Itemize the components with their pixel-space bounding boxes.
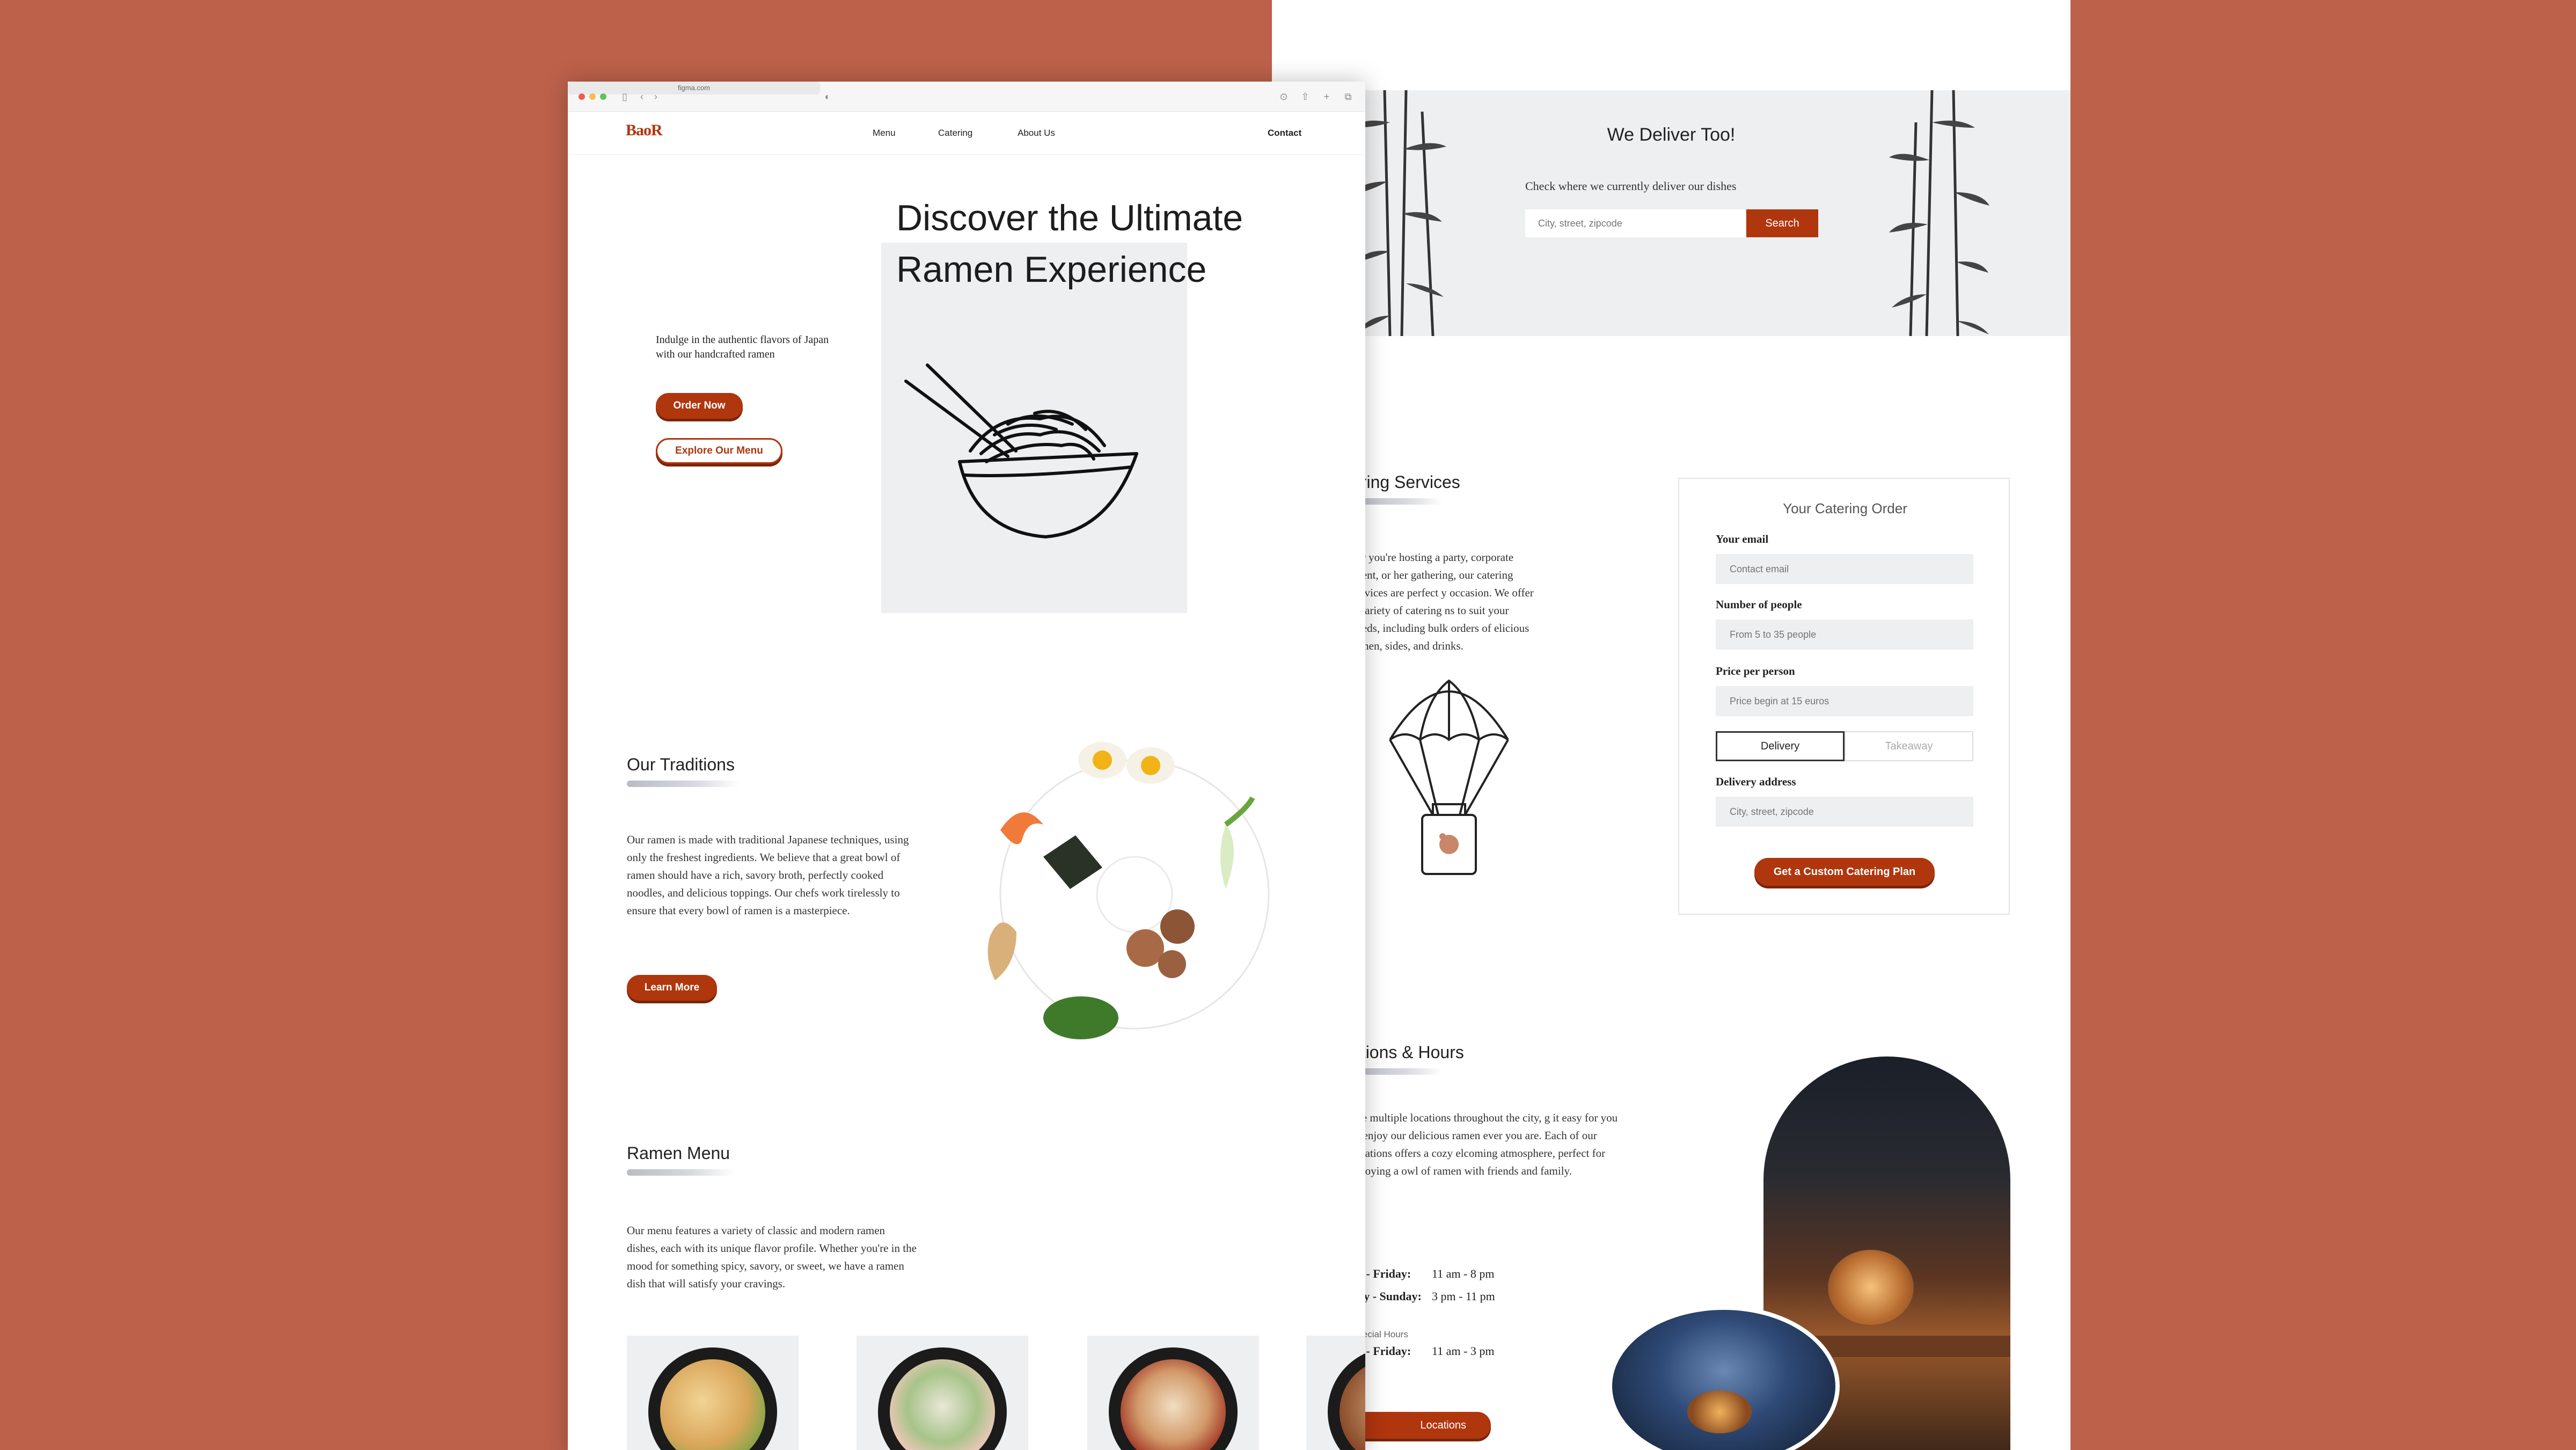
parachute-delivery-icon [1389,679,1509,875]
nav-link-contact[interactable]: Contact [1268,128,1301,139]
address-field[interactable] [1716,797,1973,827]
hero-title: Discover the Ultimate Ramen Experience [896,192,1243,295]
takeaway-toggle[interactable]: Takeaway [1845,731,1973,761]
learn-more-button[interactable]: Learn More [627,975,717,1001]
hours-time: 11 am - 3 pm [1432,1344,1495,1358]
people-field[interactable] [1716,620,1973,650]
explore-menu-button[interactable]: Explore Our Menu [656,438,782,464]
delivery-toggle[interactable]: Delivery [1716,731,1845,761]
address-label: Delivery address [1716,775,1796,788]
traditions-title: Our Traditions [627,755,735,774]
catering-page: We Deliver Too! Check where we currently… [1272,0,2070,1450]
delivery-search-input[interactable] [1525,209,1745,237]
ingredients-illustration [987,742,1270,1039]
new-tab-icon[interactable]: + [1319,89,1334,104]
maximize-window-icon[interactable] [600,93,606,100]
title-underline [627,1169,734,1176]
privacy-shield-icon[interactable]: ◐ [820,89,835,104]
dish-card[interactable] [627,1336,799,1450]
menu-title: Ramen Menu [627,1143,730,1163]
locations-button[interactable]: Locations [1351,1412,1491,1439]
email-field[interactable] [1716,554,1973,584]
price-field[interactable] [1716,686,1973,716]
nav-link-about-us[interactable]: About Us [1018,128,1055,139]
hours-row: ay - Friday: 11 am - 3 pm [1351,1344,1495,1358]
close-window-icon[interactable] [579,93,585,100]
catering-title: ering Services [1351,472,1460,492]
hours-time: 11 am - 8 pm [1432,1267,1495,1280]
title-underline [627,781,740,787]
menu-text: Our menu features a variety of classic a… [627,1224,917,1290]
delivery-subtitle: Check where we currently deliver our dis… [1525,179,1737,193]
share-icon[interactable]: ⇧ [1298,89,1313,104]
traditions-text: Our ramen is made with traditional Japan… [627,833,909,917]
egg-icon [1078,742,1175,784]
site-navigation: BaoR Menu Catering About Us Contact [568,112,1365,155]
browser-toolbar: ▯ ‹ › ◐ figma.com ⊙ ⇧ + ⧉ [568,82,1365,112]
ramen-bowl-icon [904,363,1138,539]
download-icon[interactable]: ⊙ [1276,89,1291,104]
order-form-title: Your Catering Order [1783,500,1907,516]
browser-window: ▯ ‹ › ◐ figma.com ⊙ ⇧ + ⧉ BaoR Menu Cate… [568,82,1365,1450]
catering-order-form: Your Catering Order Your email Number of… [1678,478,2010,915]
minimize-window-icon[interactable] [589,93,596,100]
delivery-search-button[interactable]: Search [1746,209,1818,237]
delivery-title: We Deliver Too! [1607,125,1736,145]
custom-catering-plan-button[interactable]: Get a Custom Catering Plan [1754,858,1935,886]
forward-icon[interactable]: › [648,89,663,104]
hero-text: Indulge in the authentic flavors of Japa… [656,334,829,360]
locations-text: ave multiple locations throughout the ci… [1351,1111,1618,1177]
sidebar-icon[interactable]: ▯ [617,89,632,104]
locations-title: ations & Hours [1351,1043,1464,1062]
price-label: Price per person [1716,665,1795,677]
email-label: Your email [1716,533,1769,545]
catering-text: her you're hosting a party, corporate ev… [1351,551,1534,652]
hours-row: ay - Friday: 11 am - 8 pm [1351,1267,1495,1281]
address-bar[interactable]: figma.com [568,82,820,94]
order-now-button[interactable]: Order Now [656,393,743,419]
hours-time: 3 pm - 11 pm [1432,1289,1495,1303]
back-icon[interactable]: ‹ [634,89,649,104]
hours-row: day - Sunday: 3 pm - 11 pm [1351,1289,1495,1303]
logo[interactable]: BaoR [626,121,663,140]
nav-link-catering[interactable]: Catering [938,128,972,139]
dish-card[interactable] [857,1336,1028,1450]
dish-card[interactable] [1306,1336,1365,1450]
hero-title-line: Ramen Experience [896,249,1207,290]
people-label: Number of people [1716,598,1802,611]
hero-title-line: Discover the Ultimate [896,198,1243,238]
nav-link-menu[interactable]: Menu [873,128,896,139]
dish-card[interactable] [1087,1336,1259,1450]
tab-overview-icon[interactable]: ⧉ [1341,89,1356,104]
